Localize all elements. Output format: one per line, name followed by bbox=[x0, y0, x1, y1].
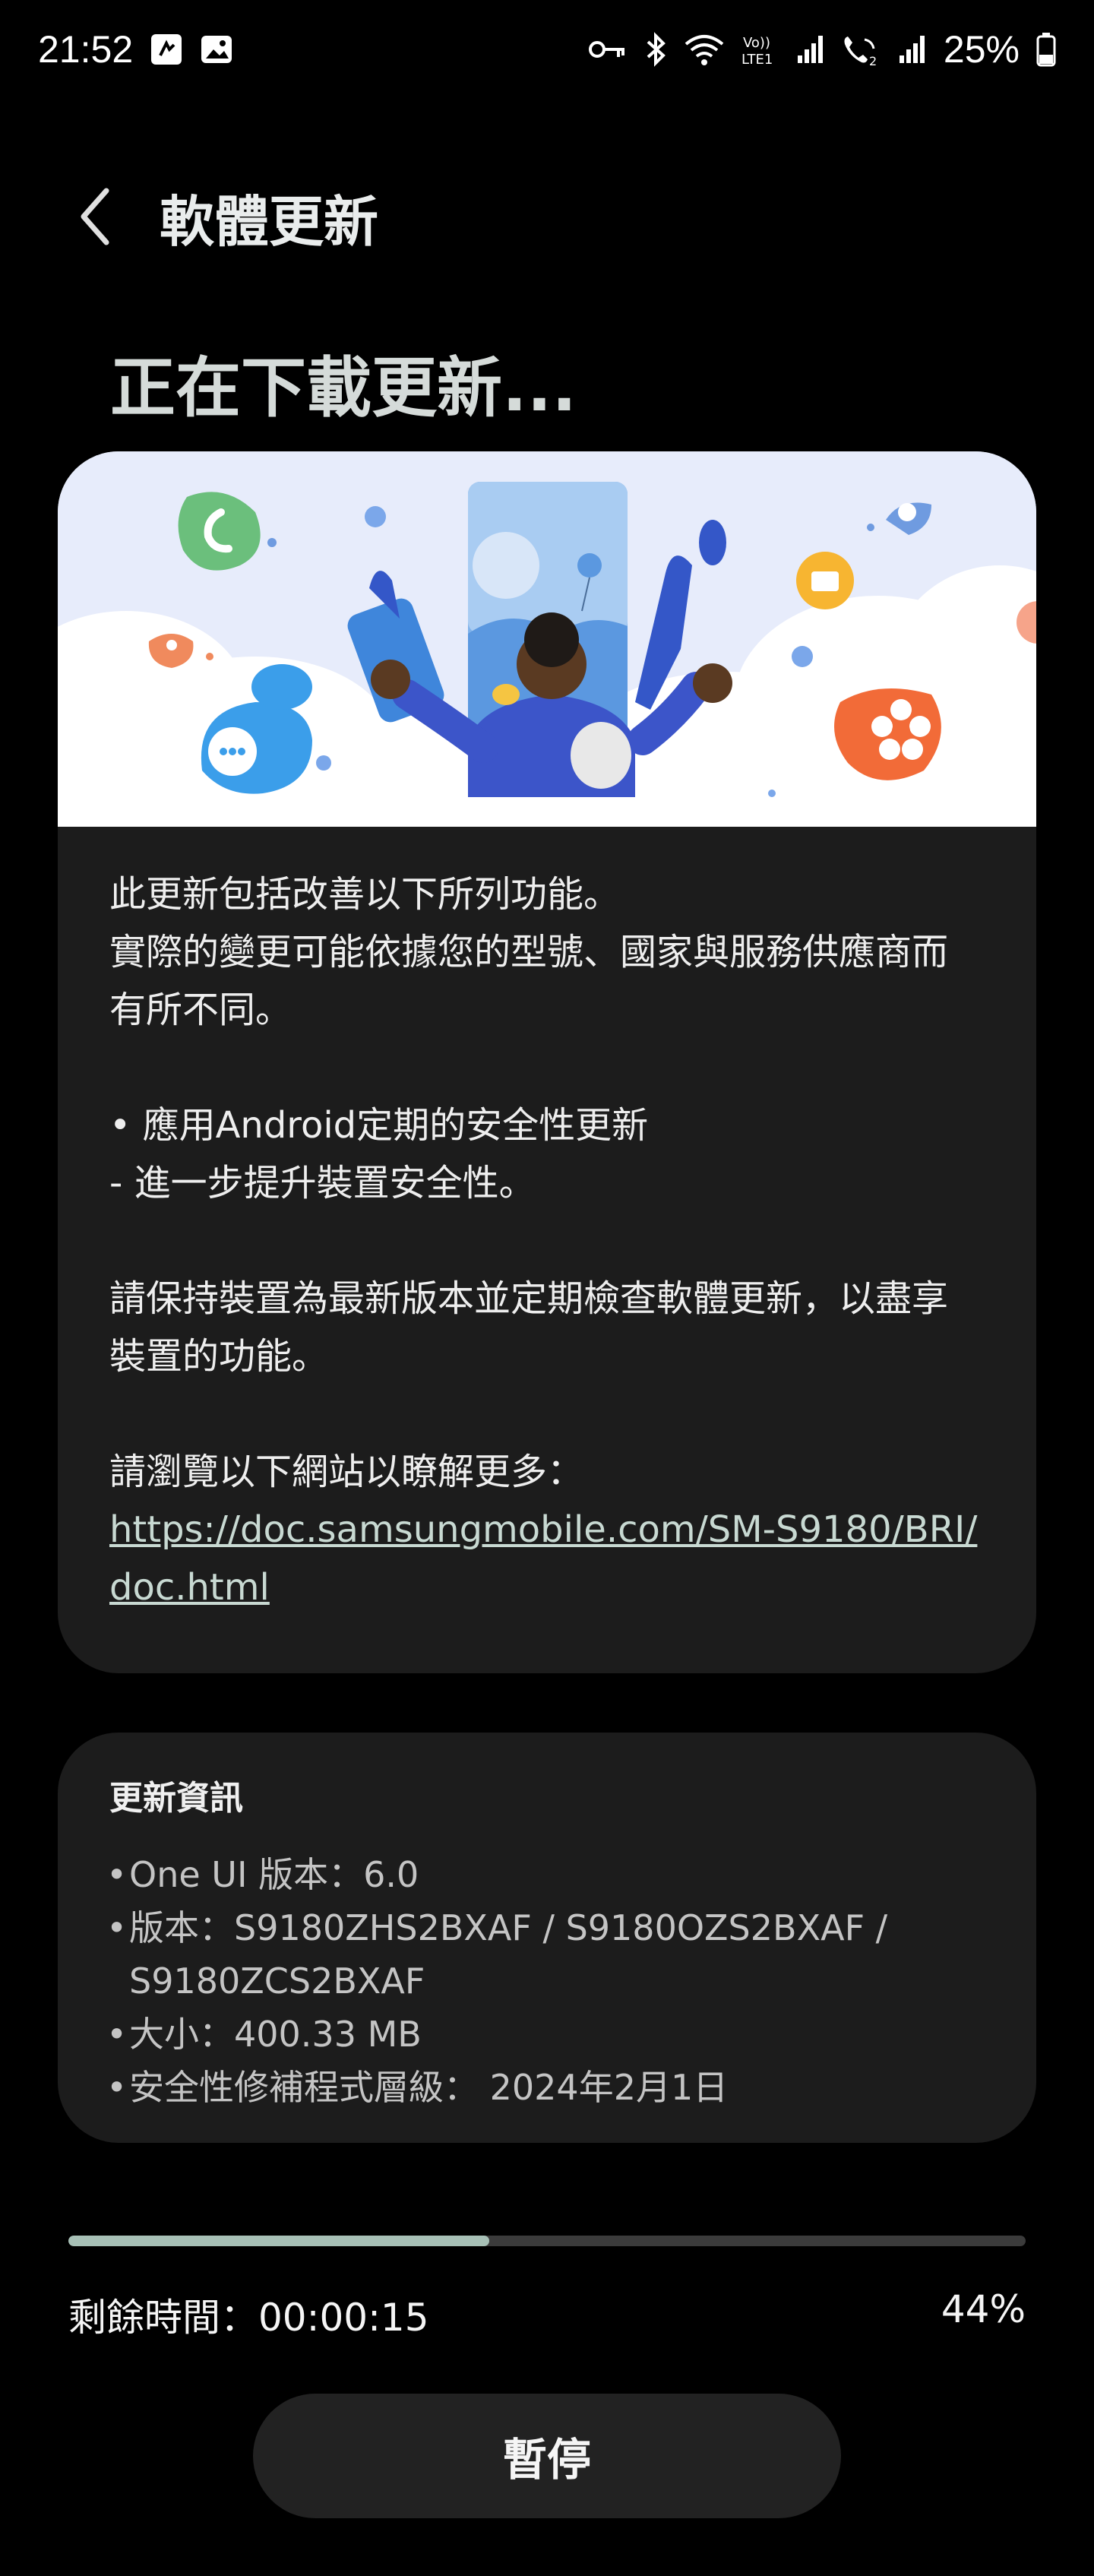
bluetooth-icon bbox=[644, 32, 667, 67]
description-bullet: • 應用Android定期的安全性更新 - 進一步提升裝置安全性。 bbox=[109, 1104, 649, 1204]
one-ui-version: One UI 版本：6.0 bbox=[129, 1854, 419, 1895]
signal-icon bbox=[796, 34, 825, 65]
update-info-card: 更新資訊 • One UI 版本：6.0 • 版本：S9180ZHS2BXAF / … bbox=[58, 1733, 1036, 2143]
back-button[interactable] bbox=[46, 167, 144, 266]
download-status-title: 正在下載更新... bbox=[110, 350, 577, 426]
page-title: 軟體更新 bbox=[160, 189, 379, 254]
update-description: 此更新包括改善以下所列功能。 實際的變更可能依據您的型號、國家與服務供應商而 有… bbox=[109, 866, 991, 1616]
notification-app-icon bbox=[150, 33, 183, 66]
security-patch-level: 安全性修補程式層級： 2024年2月1日 bbox=[129, 2067, 729, 2108]
chevron-left-icon bbox=[81, 188, 109, 245]
wifi-calling-icon: 2 bbox=[842, 32, 881, 67]
gallery-icon bbox=[200, 33, 233, 66]
description-intro: 此更新包括改善以下所列功能。 實際的變更可能依據您的型號、國家與服務供應商而 有… bbox=[109, 873, 949, 1031]
signal-icon-2 bbox=[898, 34, 927, 65]
app-header: 軟體更新 bbox=[0, 167, 1094, 266]
update-illustration bbox=[58, 451, 1036, 827]
key-icon bbox=[588, 36, 628, 63]
release-notes-link[interactable]: https://doc.samsungmobile.com/SM-S9180/B… bbox=[109, 1501, 991, 1616]
list-item: • 版本：S9180ZHS2BXAF / S9180OZS2BXAF / S918… bbox=[106, 1901, 1003, 2008]
update-size: 大小：400.33 MB bbox=[129, 2014, 422, 2055]
update-info-list: • One UI 版本：6.0 • 版本：S9180ZHS2BXAF / S9180… bbox=[106, 1848, 1003, 2114]
time-remaining: 剩餘時間：00:00:15 bbox=[68, 2296, 429, 2340]
status-right: Vo)) LTE1 2 25% bbox=[588, 27, 1056, 71]
battery-percent: 25% bbox=[943, 28, 1020, 71]
battery-icon bbox=[1036, 32, 1056, 67]
svg-text:LTE1: LTE1 bbox=[741, 52, 773, 67]
software-update-screen: 21:52 Vo)) LTE1 2 25% 軟體更新 正在下載更新... 此更新… bbox=[0, 0, 1094, 2576]
list-item: • One UI 版本：6.0 bbox=[106, 1848, 1003, 1901]
list-item: • 安全性修補程式層級： 2024年2月1日 bbox=[106, 2061, 1003, 2114]
status-time: 21:52 bbox=[38, 28, 134, 71]
status-bar: 21:52 Vo)) LTE1 2 25% bbox=[0, 0, 1094, 99]
build-version: 版本：S9180ZHS2BXAF / S9180OZS2BXAF / S9180… bbox=[129, 1907, 888, 2002]
update-info-heading: 更新資訊 bbox=[109, 1779, 243, 1818]
pause-button[interactable]: 暫停 bbox=[253, 2394, 841, 2518]
description-link-intro: 請瀏覽以下網站以瞭解更多： bbox=[109, 1451, 584, 1493]
list-item: • 大小：400.33 MB bbox=[106, 2008, 1003, 2061]
wifi-icon bbox=[684, 32, 725, 67]
description-reminder: 請保持裝置為最新版本並定期檢查軟體更新，以盡享 裝置的功能。 bbox=[109, 1277, 949, 1378]
svg-text:Vo)): Vo)) bbox=[743, 35, 770, 51]
download-progress-bar bbox=[68, 2236, 1026, 2246]
svg-text:2: 2 bbox=[869, 54, 877, 67]
update-description-card: 此更新包括改善以下所列功能。 實際的變更可能依據您的型號、國家與服務供應商而 有… bbox=[58, 451, 1036, 1673]
volte-icon: Vo)) LTE1 bbox=[741, 32, 779, 67]
download-progress-fill bbox=[68, 2236, 490, 2246]
progress-percent: 44% bbox=[941, 2287, 1026, 2331]
status-left: 21:52 bbox=[38, 27, 233, 71]
